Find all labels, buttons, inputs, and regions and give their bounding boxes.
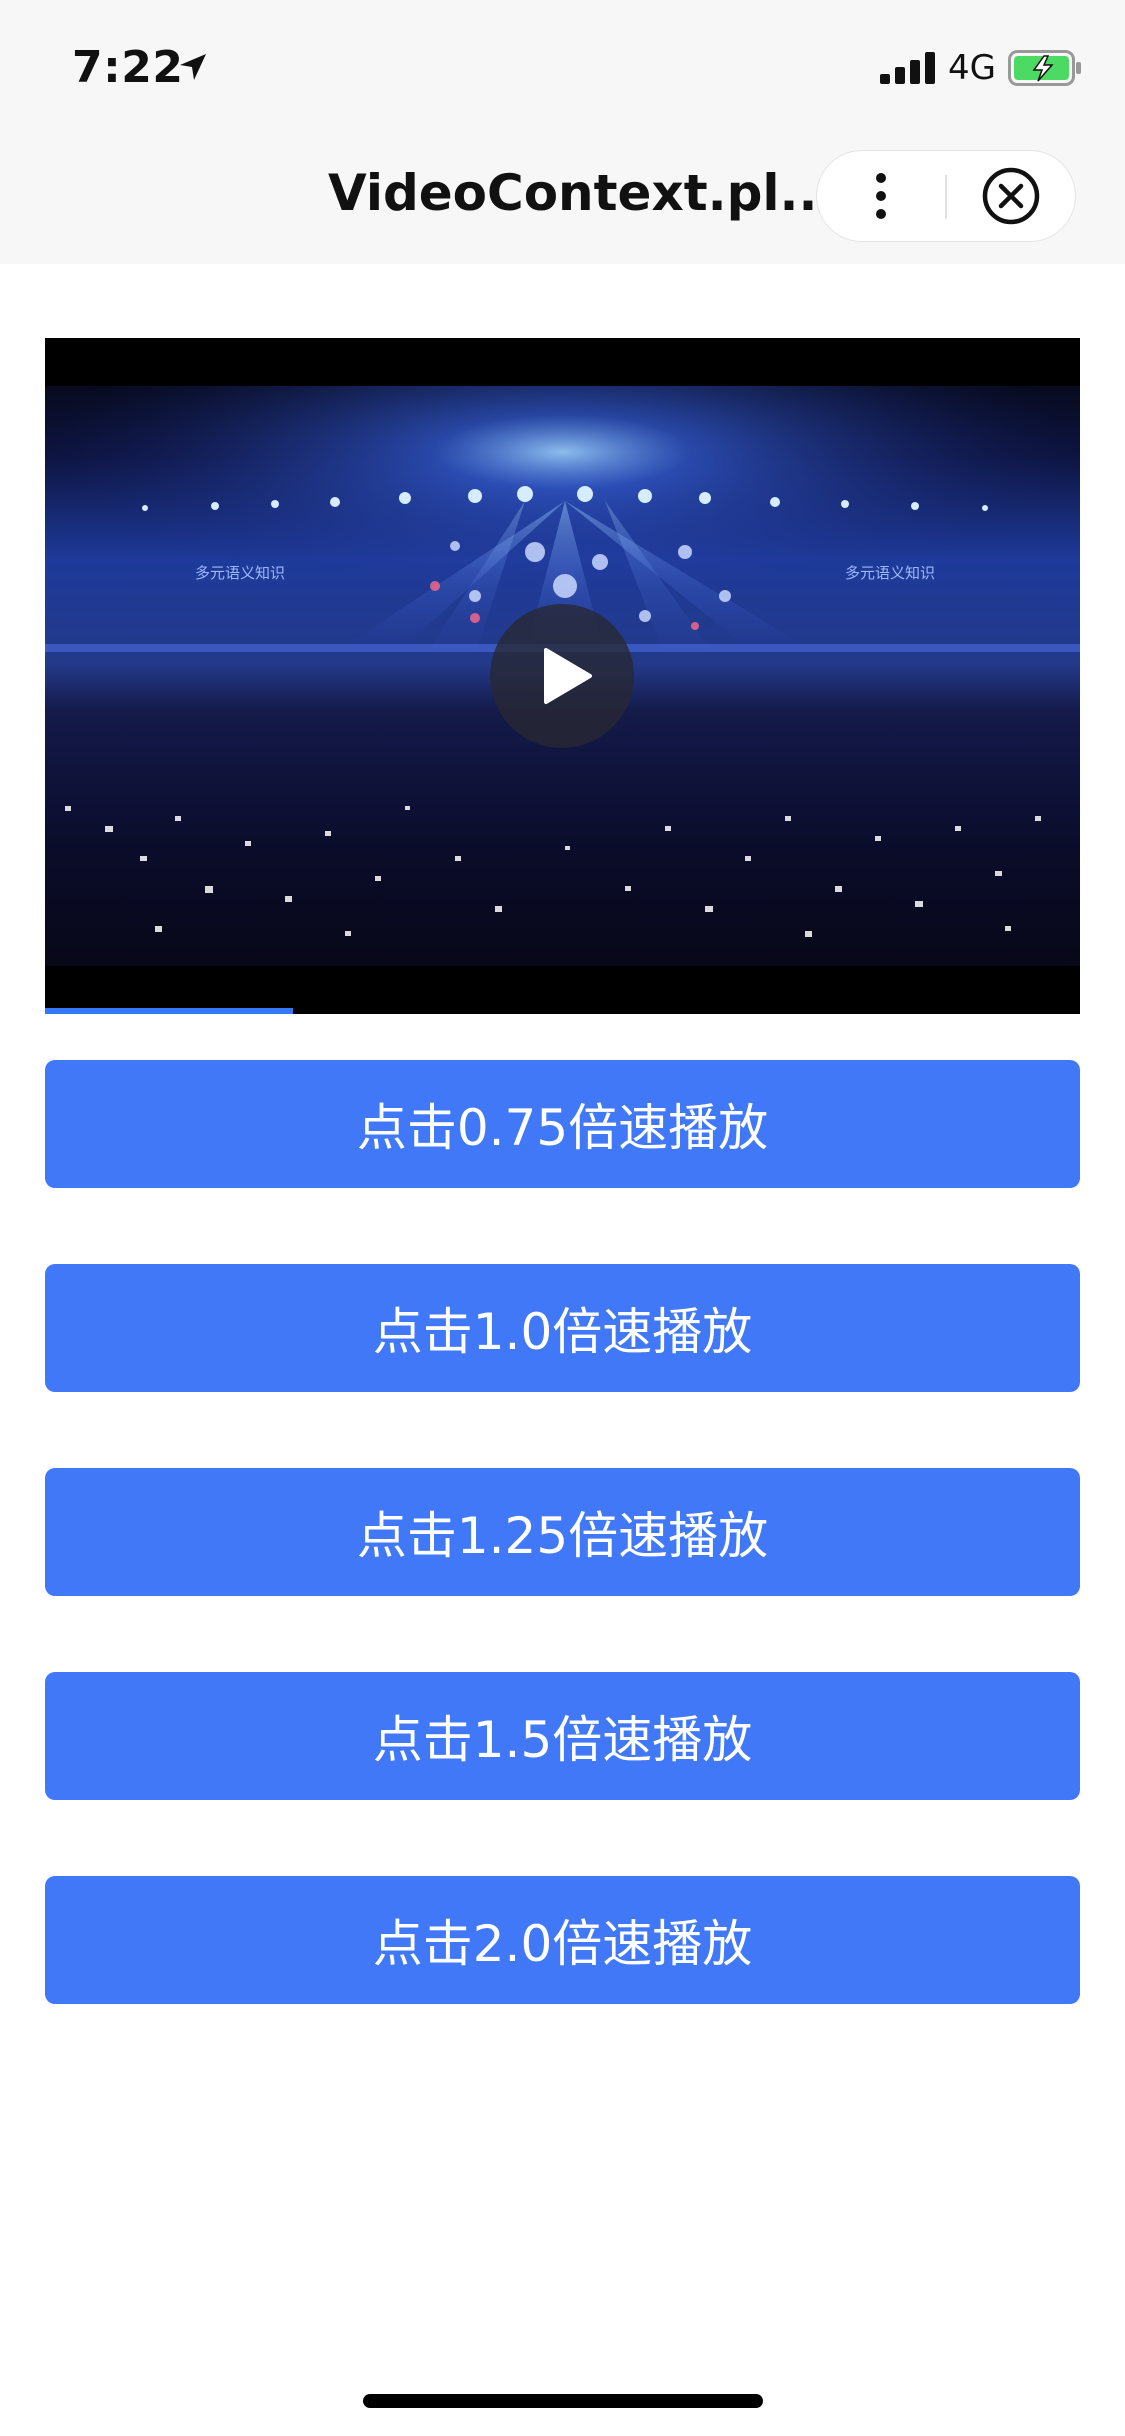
play-icon [544, 648, 592, 704]
close-button[interactable] [947, 151, 1075, 241]
speed-0-75-button[interactable]: 点击0.75倍速播放 [45, 1060, 1080, 1188]
mini-program-capsule [816, 150, 1076, 242]
home-indicator [363, 2394, 763, 2408]
more-vertical-icon [876, 173, 886, 219]
video-progress-bar[interactable] [45, 1008, 294, 1014]
close-circle-icon [982, 167, 1040, 225]
video-overlay-text-right: 多元语义知识 [845, 564, 935, 582]
speed-1-0-button[interactable]: 点击1.0倍速播放 [45, 1264, 1080, 1392]
page-title: VideoContext.pl... [328, 164, 837, 222]
nav-bar: VideoContext.pl... [0, 132, 1125, 264]
speed-1-25-button[interactable]: 点击1.25倍速播放 [45, 1468, 1080, 1596]
speed-2-0-button[interactable]: 点击2.0倍速播放 [45, 1876, 1080, 2004]
status-time: 7:22 [72, 42, 184, 93]
video-overlay-text-left: 多元语义知识 [195, 564, 285, 582]
network-label: 4G [948, 48, 996, 88]
battery-charging-icon [1008, 50, 1081, 86]
video-player[interactable]: 多元语义知识 多元语义知识 [45, 338, 1080, 1014]
more-button[interactable] [817, 151, 945, 241]
status-bar: 7:22 4G [0, 0, 1125, 132]
signal-bars-icon [880, 52, 935, 84]
location-arrow-icon [180, 54, 206, 80]
play-button[interactable] [490, 604, 634, 748]
speed-1-5-button[interactable]: 点击1.5倍速播放 [45, 1672, 1080, 1800]
